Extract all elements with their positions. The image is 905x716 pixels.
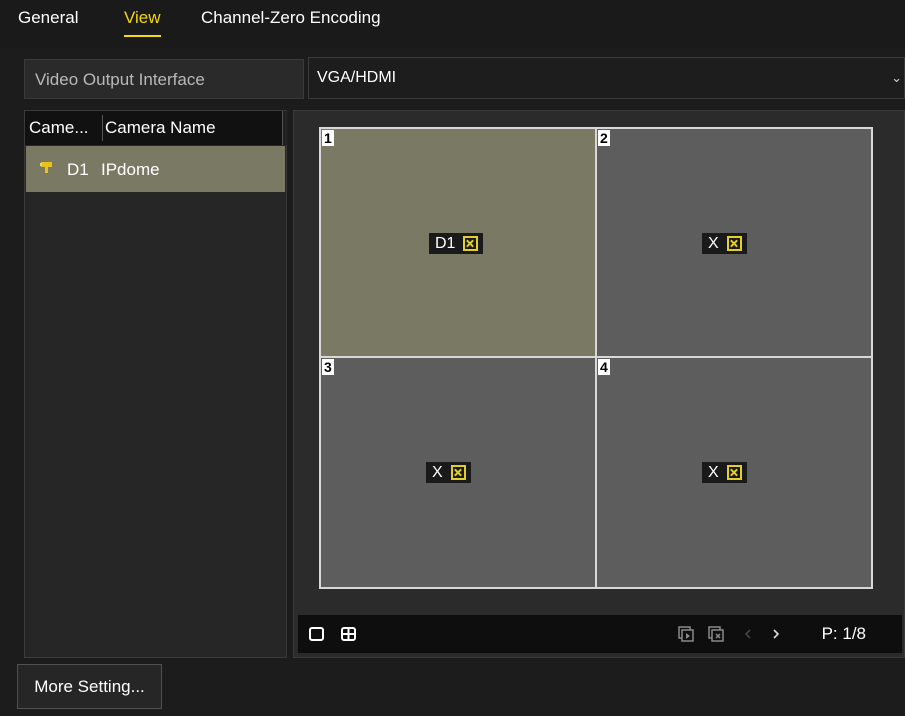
cell-number: 4 bbox=[598, 359, 610, 375]
camera-list-panel: Came... Camera Name D1 IPdome bbox=[24, 110, 288, 658]
view-settings-window: General View Channel-Zero Encoding Video… bbox=[0, 0, 905, 716]
single-layout-icon[interactable] bbox=[304, 621, 330, 647]
camera-list-header: Came... Camera Name bbox=[25, 111, 288, 145]
camera-id: D1 bbox=[67, 160, 89, 179]
grid-cell-1[interactable]: 1 D1 bbox=[321, 129, 595, 356]
live-view-preview-panel: 1 D1 2 X 3 X 4 X P: 1/8 bbox=[293, 110, 905, 658]
cell-channel-label: X bbox=[432, 464, 443, 481]
tab-view-label: View bbox=[124, 8, 161, 27]
column-header-camera[interactable]: Came... bbox=[29, 118, 89, 138]
camera-list-item[interactable]: D1 IPdome bbox=[26, 146, 285, 192]
cell-channel-label: X bbox=[708, 235, 719, 252]
cell-channel-tag: X bbox=[702, 462, 747, 483]
cell-channel-label: X bbox=[708, 464, 719, 481]
stop-live-view-icon[interactable] bbox=[703, 621, 729, 647]
remove-channel-icon[interactable] bbox=[726, 465, 742, 480]
cell-channel-tag: D1 bbox=[429, 233, 484, 254]
preview-toolbar: P: 1/8 bbox=[298, 615, 902, 653]
cell-channel-tag: X bbox=[702, 233, 747, 254]
column-header-camera-name[interactable]: Camera Name bbox=[105, 118, 216, 138]
video-output-row: Video Output Interface VGA/HDMI ⌄ bbox=[18, 57, 905, 102]
cell-channel-label: D1 bbox=[435, 235, 456, 252]
camera-name: IPdome bbox=[101, 160, 160, 179]
grid-cell-4[interactable]: 4 X bbox=[597, 358, 871, 587]
cell-number: 1 bbox=[322, 130, 334, 146]
more-setting-button[interactable]: More Setting... bbox=[17, 664, 162, 709]
cell-number: 3 bbox=[322, 359, 334, 375]
tab-channel-zero-encoding[interactable]: Channel-Zero Encoding bbox=[201, 8, 381, 28]
camera-icon bbox=[40, 162, 52, 173]
remove-channel-icon[interactable] bbox=[463, 236, 479, 251]
remove-channel-icon[interactable] bbox=[450, 465, 466, 480]
next-page-icon[interactable] bbox=[763, 621, 789, 647]
grid-cell-2[interactable]: 2 X bbox=[597, 129, 871, 356]
cell-channel-tag: X bbox=[426, 462, 471, 483]
chevron-down-icon: ⌄ bbox=[891, 70, 902, 85]
video-output-interface-label: Video Output Interface bbox=[24, 59, 304, 99]
column-divider[interactable] bbox=[102, 115, 103, 141]
grid-cell-3[interactable]: 3 X bbox=[321, 358, 595, 587]
cell-number: 2 bbox=[598, 130, 610, 146]
list-scrollbar[interactable] bbox=[282, 111, 288, 145]
page-indicator: P: 1/8 bbox=[821, 624, 866, 643]
video-output-interface-select[interactable]: VGA/HDMI ⌄ bbox=[308, 57, 905, 99]
prev-page-icon[interactable] bbox=[735, 621, 761, 647]
start-live-view-icon[interactable] bbox=[673, 621, 699, 647]
window-division-grid: 1 D1 2 X 3 X 4 X bbox=[319, 127, 873, 589]
tab-bar: General View Channel-Zero Encoding bbox=[0, 0, 905, 48]
tab-general[interactable]: General bbox=[18, 8, 78, 28]
quad-layout-icon[interactable] bbox=[336, 621, 362, 647]
remove-channel-icon[interactable] bbox=[726, 236, 742, 251]
video-output-value: VGA/HDMI bbox=[317, 69, 397, 86]
active-tab-underline bbox=[124, 35, 161, 37]
tab-view[interactable]: View bbox=[124, 8, 161, 37]
